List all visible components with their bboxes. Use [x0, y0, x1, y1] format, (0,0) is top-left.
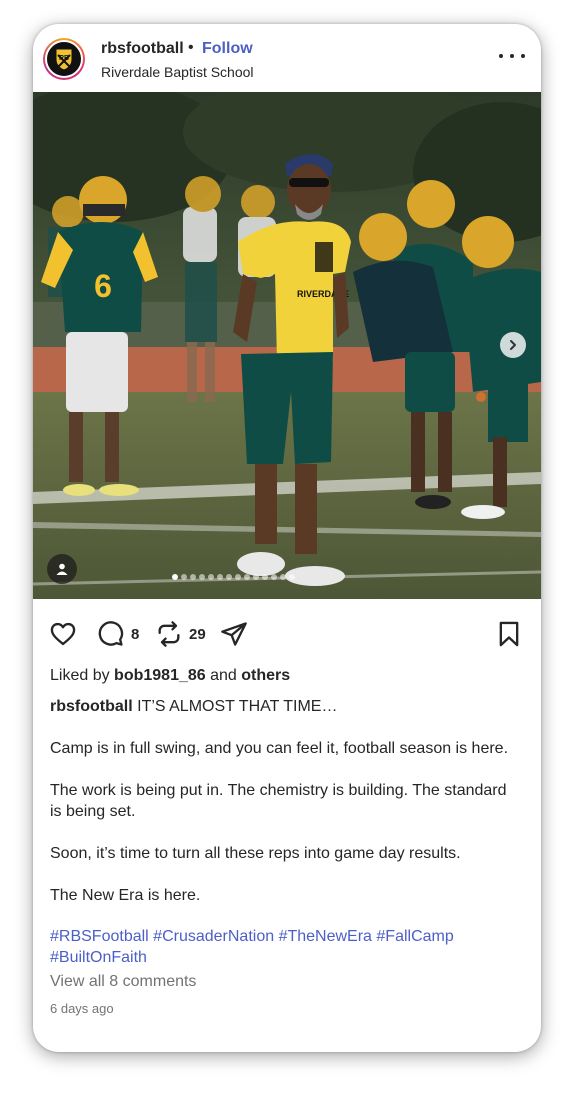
carousel-dot [190, 574, 196, 580]
more-options-icon[interactable] [499, 46, 525, 66]
likes-summary: Liked by bob1981_86 and others [50, 667, 290, 685]
carousel-dot [262, 574, 268, 580]
repost-icon[interactable] [155, 620, 183, 653]
hashtag-link[interactable]: #RBSFootball [50, 928, 149, 945]
carousel-dot [271, 574, 277, 580]
jersey-number: 6 [94, 268, 112, 304]
follow-button[interactable]: Follow [202, 40, 253, 58]
person-icon [56, 563, 68, 575]
carousel-dot [226, 574, 232, 580]
hashtag-link[interactable]: #TheNewEra [279, 928, 372, 945]
bookmark-icon[interactable] [495, 620, 523, 653]
repost-count: 29 [189, 626, 206, 643]
post-timestamp: 6 days ago [50, 1001, 114, 1016]
action-bar: 8 29 [33, 616, 541, 652]
chevron-right-icon [510, 340, 516, 350]
profile-avatar[interactable]: RB [43, 38, 85, 80]
caption-para3: The work is being put in. The chemistry … [50, 782, 507, 820]
hashtag-link[interactable]: #BuiltOnFaith [50, 949, 147, 966]
view-comments-link[interactable]: View all 8 comments [50, 973, 196, 991]
caption-line1: IT’S ALMOST THAT TIME… [137, 698, 338, 715]
post-location[interactable]: Riverdale Baptist School [101, 64, 254, 80]
carousel-dot [289, 574, 295, 580]
caption-para4: Soon, it’s time to turn all these reps i… [50, 845, 461, 862]
carousel-dot [235, 574, 241, 580]
school-logo-icon: RB [45, 40, 83, 78]
liked-by-others[interactable]: others [241, 667, 290, 684]
post-card: RB rbsfootball • Follow Riverdale Baptis… [33, 24, 541, 1052]
caption-para2: Camp is in full swing, and you can feel … [50, 740, 509, 757]
comment-icon[interactable] [96, 620, 124, 653]
likes-prefix: Liked by [50, 667, 110, 684]
hashtag-link[interactable]: #FallCamp [376, 928, 453, 945]
caption-username[interactable]: rbsfootball [50, 698, 133, 715]
tagged-users-button[interactable] [47, 554, 77, 584]
post-header: RB rbsfootball • Follow Riverdale Baptis… [33, 24, 541, 92]
carousel-dot [208, 574, 214, 580]
share-icon[interactable] [220, 620, 248, 653]
likes-middle: and [210, 667, 237, 684]
post-photo[interactable]: 6 RIVERDALE [33, 92, 541, 599]
heart-icon[interactable] [49, 620, 77, 653]
carousel-dot [244, 574, 250, 580]
carousel-dot [253, 574, 259, 580]
carousel-dot [199, 574, 205, 580]
carousel-dot [181, 574, 187, 580]
avatar-logo-text: RB [59, 55, 69, 62]
hashtag-link[interactable]: #CrusaderNation [153, 928, 274, 945]
carousel-dot [280, 574, 286, 580]
next-image-button[interactable] [500, 332, 526, 358]
separator-dot: • [188, 39, 194, 56]
carousel-indicator [172, 574, 295, 582]
comment-count: 8 [131, 626, 140, 643]
post-caption: rbsfootball IT’S ALMOST THAT TIME… Camp … [50, 696, 520, 927]
carousel-dot [217, 574, 223, 580]
carousel-dot [172, 574, 178, 580]
hashtags: #RBSFootball #CrusaderNation #TheNewEra … [50, 926, 520, 968]
liked-by-user[interactable]: bob1981_86 [114, 667, 206, 684]
post-username[interactable]: rbsfootball [101, 40, 184, 58]
caption-para5: The New Era is here. [50, 887, 201, 904]
